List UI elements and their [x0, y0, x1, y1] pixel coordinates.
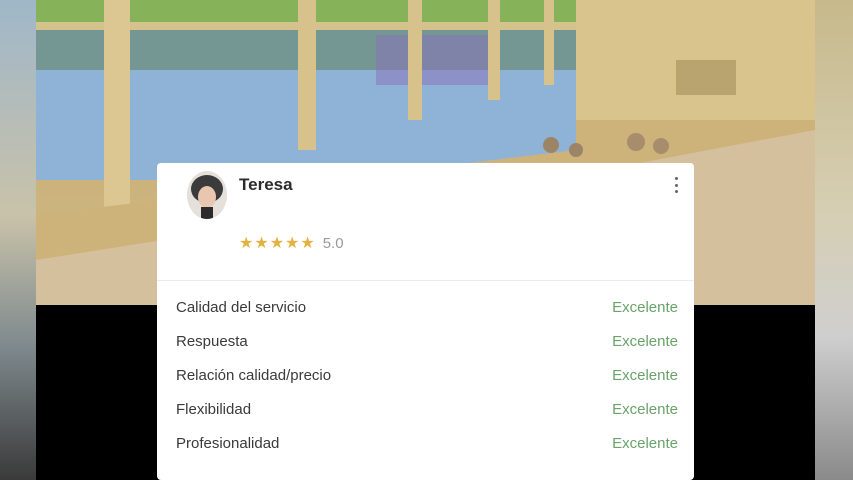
star-rating: ★ ★ ★ ★ ★ — [239, 234, 315, 252]
criteria-row-value-for-money: Relación calidad/precio Excelente — [176, 367, 678, 401]
divider — [157, 280, 694, 281]
criteria-row-professionalism: Profesionalidad Excelente — [176, 435, 678, 469]
criteria-label: Relación calidad/precio — [176, 367, 332, 384]
criteria-value: Excelente — [612, 299, 678, 316]
star-icon: ★ — [239, 234, 254, 252]
criteria-label: Flexibilidad — [176, 401, 252, 418]
criteria-label: Respuesta — [176, 333, 248, 350]
criteria-row-flexibility: Flexibilidad Excelente — [176, 401, 678, 435]
reviewer-name: Teresa — [239, 175, 293, 194]
star-icon: ★ — [269, 234, 285, 252]
more-vertical-icon[interactable] — [672, 177, 680, 193]
criteria-list: Calidad del servicio Excelente Respuesta… — [176, 299, 678, 469]
blurred-backdrop-left — [0, 0, 36, 480]
review-card: Teresa ★ ★ ★ ★ ★ 5.0 Calidad del servici… — [157, 163, 694, 480]
rating-value: 5.0 — [322, 235, 344, 252]
avatar[interactable] — [187, 171, 227, 219]
criteria-value: Excelente — [612, 333, 678, 350]
criteria-label: Profesionalidad — [176, 435, 280, 452]
blurred-backdrop-right — [815, 0, 853, 480]
criteria-row-response: Respuesta Excelente — [176, 333, 678, 367]
star-icon: ★ — [285, 234, 300, 252]
star-icon: ★ — [300, 234, 315, 252]
criteria-value: Excelente — [612, 435, 678, 452]
criteria-value: Excelente — [612, 367, 678, 384]
criteria-row-quality: Calidad del servicio Excelente — [176, 299, 678, 333]
criteria-value: Excelente — [612, 401, 678, 418]
rating: ★ ★ ★ ★ ★ 5.0 — [239, 235, 344, 252]
star-icon: ★ — [254, 234, 269, 252]
criteria-label: Calidad del servicio — [176, 299, 307, 316]
